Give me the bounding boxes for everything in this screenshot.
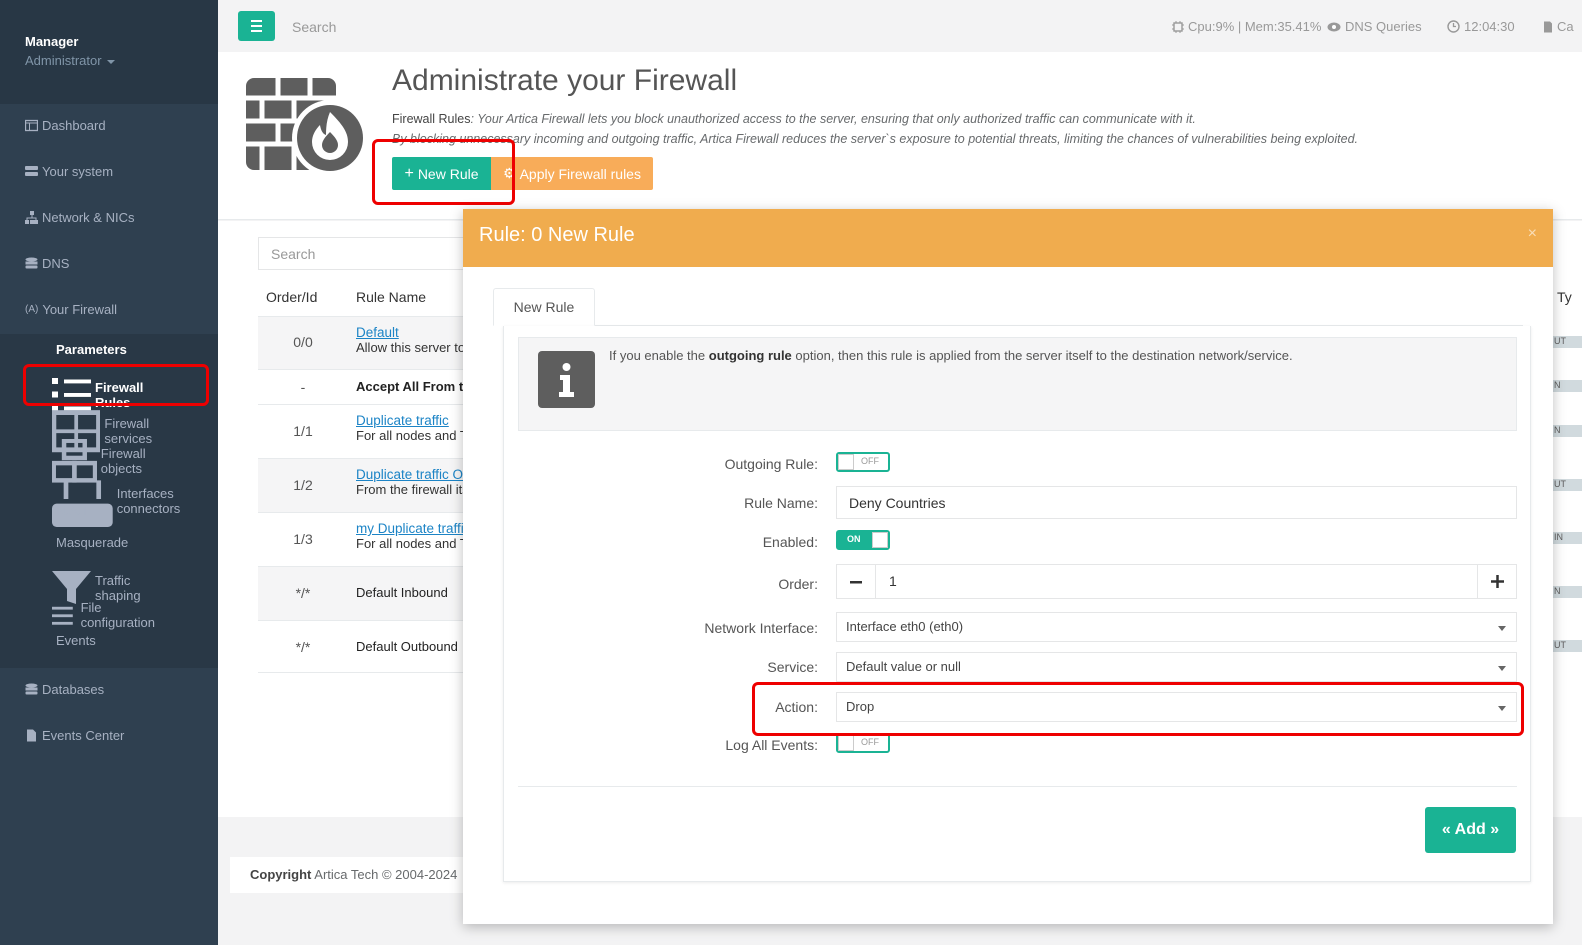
submenu-events[interactable]: Events: [52, 633, 96, 648]
chevron-down-icon: [1498, 666, 1506, 671]
service-label: Service:: [767, 659, 818, 675]
tab-new-rule[interactable]: New Rule: [493, 288, 595, 326]
highlight-firewall-rules: [23, 364, 209, 406]
new-rule-dialog: Rule: 0 New Rule × New Rule If you enabl…: [463, 209, 1553, 924]
cpu-icon: [1172, 20, 1184, 33]
document-icon: [27, 729, 36, 742]
rule-link[interactable]: Duplicate traffic Ou: [356, 467, 466, 482]
lines-icon: [52, 606, 73, 625]
table-row[interactable]: 1/3 my Duplicate traffi For all nodes and…: [258, 512, 466, 566]
highlight-new-rule: [372, 139, 515, 205]
rule-name-input[interactable]: Deny Countries: [836, 486, 1517, 519]
column-type[interactable]: Ty: [1557, 289, 1572, 305]
outgoing-rule-toggle[interactable]: OFF: [836, 452, 890, 472]
sidebar-item-your-system[interactable]: Your system: [25, 164, 113, 179]
service-select[interactable]: Default value or null: [836, 652, 1517, 682]
sidebar-item-dns[interactable]: DNS: [25, 256, 69, 271]
info-icon: [538, 351, 595, 408]
dialog-header: Rule: 0 New Rule ×: [463, 209, 1553, 267]
submenu-file-configuration[interactable]: File configuration: [52, 600, 155, 630]
rule-link[interactable]: my Duplicate traffi: [356, 521, 466, 536]
dialog-title: Rule: 0 New Rule: [479, 224, 635, 246]
database-icon: [25, 257, 38, 269]
add-button[interactable]: « Add »: [1425, 807, 1516, 853]
type-badge: N: [1552, 425, 1582, 437]
type-badge: N: [1552, 586, 1582, 598]
type-badge: UT: [1552, 640, 1582, 652]
enabled-toggle[interactable]: ON: [836, 530, 890, 550]
minus-button[interactable]: [837, 565, 876, 598]
rules-search-input[interactable]: Search: [258, 237, 468, 270]
highlight-action: [752, 682, 1524, 736]
outgoing-rule-label: Outgoing Rule:: [724, 456, 818, 472]
table-row[interactable]: */* Default Inbound: [258, 566, 464, 620]
sidebar-item-your-firewall[interactable]: (A) Your Firewall: [25, 302, 117, 317]
log-all-events-toggle[interactable]: OFF: [836, 733, 890, 753]
document-icon: [1544, 21, 1552, 32]
table-row[interactable]: - Accept All From tru: [258, 369, 466, 404]
system-stats: Cpu:9% | Mem:35.41%: [1172, 19, 1321, 34]
sidebar-item-dashboard[interactable]: Dashboard: [25, 118, 106, 133]
table-row[interactable]: */* Default Outbound: [258, 620, 464, 673]
minus-icon: [850, 580, 862, 583]
table-row[interactable]: 0/0 Default Allow this server to: [258, 316, 466, 369]
info-box: If you enable the outgoing rule option, …: [518, 337, 1517, 431]
firewall-icon: (A): [25, 304, 39, 315]
top-search-input[interactable]: Search: [292, 19, 336, 35]
menu-toggle-button[interactable]: [238, 11, 275, 41]
column-order-id[interactable]: Order/Id: [266, 289, 317, 305]
info-text: If you enable the outgoing rule option, …: [609, 348, 1293, 363]
page-title: Administrate your Firewall: [392, 64, 738, 97]
rule-link[interactable]: Duplicate traffic: [356, 413, 466, 428]
network-interface-label: Network Interface:: [704, 620, 818, 636]
sidebar: Manager Administrator Dashboard Your sys…: [0, 0, 218, 945]
clock: 12:04:30: [1447, 19, 1515, 34]
sidebar-item-network[interactable]: Network & NICs: [25, 210, 134, 225]
firewall-logo-icon: [246, 78, 368, 176]
form-divider: [518, 786, 1517, 787]
top-extra[interactable]: Ca: [1543, 19, 1574, 34]
apply-firewall-rules-button[interactable]: ⚙ Apply Firewall rules: [491, 157, 653, 190]
log-all-events-label: Log All Events:: [725, 737, 818, 753]
type-badge: N: [1552, 380, 1582, 392]
order-value[interactable]: 1: [889, 573, 897, 589]
submenu-interfaces-connectors[interactable]: Interfaces connectors: [52, 471, 180, 532]
submenu-masquerade[interactable]: Masquerade: [52, 535, 128, 550]
enabled-label: Enabled:: [762, 534, 818, 550]
sidebar-item-databases[interactable]: Databases: [25, 682, 104, 697]
close-icon[interactable]: ×: [1528, 225, 1537, 243]
dashboard-icon: [25, 119, 38, 132]
page-description: Firewall Rules: Your Artica Firewall let…: [392, 112, 1359, 146]
chevron-down-icon: [1498, 626, 1506, 631]
rule-link[interactable]: Default: [356, 325, 466, 340]
network-interface-select[interactable]: Interface eth0 (eth0): [836, 612, 1517, 642]
order-stepper[interactable]: 1: [836, 564, 1517, 599]
table-row[interactable]: 1/2 Duplicate traffic Ou From the firewal…: [258, 458, 466, 512]
submenu-nat[interactable]: N.A.T: [52, 503, 89, 518]
submenu-parameters[interactable]: Parameters: [52, 342, 127, 357]
dns-queries-link[interactable]: DNS Queries: [1327, 19, 1422, 34]
clock-icon: [1447, 20, 1460, 33]
column-rule-name[interactable]: Rule Name: [356, 289, 426, 305]
caret-down-icon: [106, 59, 115, 64]
rule-name-label: Rule Name:: [744, 495, 818, 511]
user-role-dropdown[interactable]: Administrator: [25, 53, 218, 68]
database-icon: [25, 683, 38, 695]
user-name: Manager: [25, 34, 79, 49]
plus-button[interactable]: [1477, 565, 1516, 598]
eye-icon: [1327, 22, 1341, 31]
type-badge: UT: [1552, 479, 1582, 491]
table-row[interactable]: 1/1 Duplicate traffic For all nodes and T…: [258, 404, 466, 458]
type-badge: IN: [1552, 532, 1582, 544]
plus-icon: [1490, 575, 1504, 588]
order-label: Order:: [778, 576, 818, 592]
server-icon: [25, 166, 38, 176]
footer: Copyright Artica Tech © 2004-2024: [230, 857, 470, 893]
type-badge: UT: [1552, 336, 1582, 348]
sidebar-item-events-center[interactable]: Events Center: [25, 728, 124, 743]
user-profile[interactable]: Manager Administrator: [0, 0, 218, 104]
router-icon: [52, 480, 113, 528]
network-icon: [25, 211, 38, 224]
